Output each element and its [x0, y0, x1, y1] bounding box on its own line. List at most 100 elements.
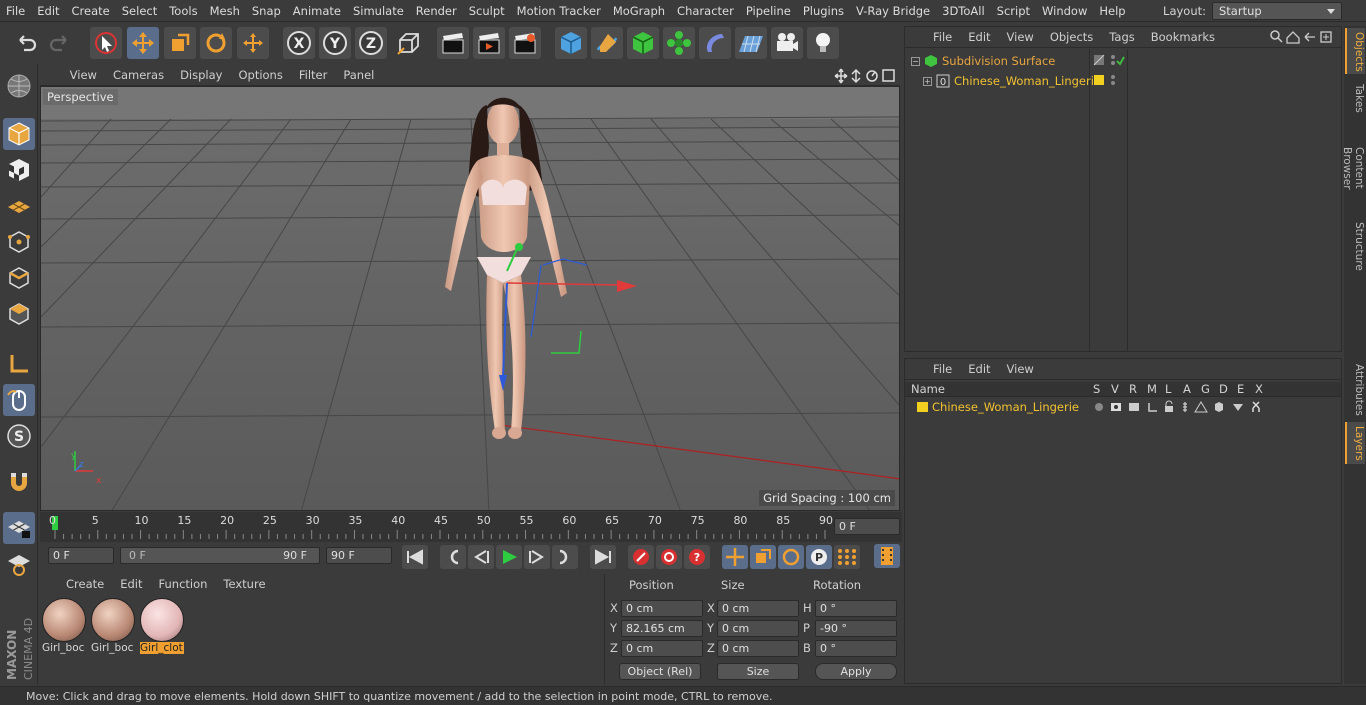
- material-menu-edit[interactable]: Edit: [112, 574, 150, 594]
- object-name[interactable]: Chinese_Woman_Lingerie: [954, 74, 1101, 88]
- menu-sculpt[interactable]: Sculpt: [463, 0, 511, 22]
- make-editable-button[interactable]: [3, 70, 35, 102]
- tab-objects[interactable]: Objects: [1345, 28, 1365, 74]
- live-selection-button[interactable]: [90, 27, 122, 59]
- undo-button[interactable]: [10, 27, 42, 59]
- col-xref[interactable]: X: [1255, 382, 1263, 397]
- objects-menu-edit[interactable]: Edit: [960, 27, 998, 47]
- size-x-field[interactable]: 0 cm: [717, 600, 799, 617]
- tab-structure[interactable]: Structure: [1345, 218, 1365, 271]
- render-view-button[interactable]: [437, 27, 469, 59]
- objects-menu-file[interactable]: File: [925, 27, 960, 47]
- light-button[interactable]: [807, 27, 839, 59]
- edges-mode-button[interactable]: [3, 262, 35, 294]
- menu-vray-bridge[interactable]: V-Ray Bridge: [850, 0, 936, 22]
- record-point-level-button[interactable]: [834, 545, 860, 569]
- play-button[interactable]: [496, 545, 522, 569]
- menu-animate[interactable]: Animate: [287, 0, 347, 22]
- render-picture-viewer-button[interactable]: [473, 27, 505, 59]
- coordinate-system-button[interactable]: [393, 27, 425, 59]
- scale-tool-button[interactable]: [164, 27, 196, 59]
- previous-frame-button[interactable]: [468, 545, 494, 569]
- y-axis-lock-button[interactable]: Y: [319, 27, 351, 59]
- model-mode-button[interactable]: [3, 118, 35, 150]
- start-frame-field[interactable]: 0 F: [48, 547, 114, 564]
- solo-button[interactable]: S: [3, 420, 35, 452]
- size-mode-dropdown[interactable]: Size: [717, 663, 799, 680]
- col-visible[interactable]: V: [1111, 382, 1119, 397]
- workplane-lock-button[interactable]: [3, 512, 35, 544]
- layout-select[interactable]: Startup: [1212, 2, 1342, 20]
- menu-3dtoall[interactable]: 3DToAll: [936, 0, 991, 22]
- menu-simulate[interactable]: Simulate: [347, 0, 410, 22]
- viewport-menu-view[interactable]: View: [62, 65, 105, 86]
- col-solo[interactable]: S: [1093, 382, 1100, 397]
- cloner-button[interactable]: [663, 27, 695, 59]
- tweak-mode-button[interactable]: [3, 384, 35, 416]
- material-item[interactable]: Girl_boc: [42, 598, 86, 656]
- col-locked[interactable]: L: [1165, 382, 1171, 397]
- end-frame-field[interactable]: 90 F: [326, 547, 392, 564]
- objects-menu-bookmarks[interactable]: Bookmarks: [1143, 27, 1223, 47]
- menu-plugins[interactable]: Plugins: [797, 0, 850, 22]
- current-frame-field[interactable]: 0 F: [834, 518, 900, 535]
- enable-axis-button[interactable]: [3, 348, 35, 380]
- col-deformers[interactable]: D: [1219, 382, 1228, 397]
- menu-select[interactable]: Select: [116, 0, 163, 22]
- menu-file[interactable]: File: [0, 0, 31, 22]
- menu-mesh[interactable]: Mesh: [204, 0, 246, 22]
- layer-flag-icons[interactable]: [1093, 400, 1273, 414]
- go-to-start-button[interactable]: [402, 545, 428, 569]
- frame-range-slider[interactable]: 0 F 90 F: [120, 547, 320, 564]
- viewport-camera-label[interactable]: Perspective: [43, 89, 118, 105]
- menu-motion-tracker[interactable]: Motion Tracker: [511, 0, 607, 22]
- texture-mode-button[interactable]: [3, 154, 35, 186]
- next-frame-button[interactable]: [524, 545, 550, 569]
- object-row-subdivision[interactable]: − Subdivision Surface: [911, 53, 1055, 69]
- deformer-button[interactable]: [699, 27, 731, 59]
- menu-script[interactable]: Script: [991, 0, 1036, 22]
- rotation-h-field[interactable]: 0 °: [815, 600, 897, 617]
- points-mode-button[interactable]: [3, 226, 35, 258]
- object-row-chinese-woman[interactable]: + 0 Chinese_Woman_Lingerie: [923, 73, 1101, 89]
- position-x-field[interactable]: 0 cm: [621, 600, 703, 617]
- menu-render[interactable]: Render: [410, 0, 463, 22]
- layer-name[interactable]: Chinese_Woman_Lingerie: [932, 400, 1079, 414]
- transform-tool-button[interactable]: [237, 27, 269, 59]
- apply-button[interactable]: Apply: [815, 663, 897, 680]
- record-scale-button[interactable]: [750, 545, 776, 569]
- tab-attributes[interactable]: Attributes: [1345, 360, 1365, 418]
- previous-key-button[interactable]: [440, 545, 466, 569]
- material-item-selected[interactable]: Girl_clot: [140, 598, 184, 656]
- timeline-ruler[interactable]: 0 5 10 15 20 25 30 35 40 45 50 55 60 65 70 75 80 85 90 0 F: [40, 512, 902, 542]
- expand-toggle[interactable]: +: [923, 76, 932, 86]
- redo-button[interactable]: [44, 27, 76, 59]
- col-manager[interactable]: M: [1147, 382, 1157, 397]
- record-keys-button[interactable]: [628, 545, 654, 569]
- cube-primitive-button[interactable]: [555, 27, 587, 59]
- objects-menu-tags[interactable]: Tags: [1101, 27, 1142, 47]
- auto-key-button[interactable]: [656, 545, 682, 569]
- move-tool-button[interactable]: [127, 27, 159, 59]
- snapping-button[interactable]: [3, 466, 35, 498]
- workplane-mode-button[interactable]: [3, 190, 35, 222]
- layers-menu-file[interactable]: File: [925, 359, 960, 379]
- viewport-menu-options[interactable]: Options: [230, 65, 290, 86]
- camera-button[interactable]: [771, 27, 803, 59]
- keyframe-selection-button[interactable]: ?: [684, 545, 710, 569]
- object-visibility-flags[interactable]: [1093, 53, 1125, 91]
- x-axis-lock-button[interactable]: X: [283, 27, 315, 59]
- menu-snap[interactable]: Snap: [246, 0, 287, 22]
- next-key-button[interactable]: [552, 545, 578, 569]
- coord-mode-dropdown[interactable]: Object (Rel): [619, 663, 701, 680]
- rotate-tool-button[interactable]: [200, 27, 232, 59]
- subdivision-surface-button[interactable]: [627, 27, 659, 59]
- size-y-field[interactable]: 0 cm: [717, 620, 799, 637]
- record-parameter-button[interactable]: P: [806, 545, 832, 569]
- material-menu-function[interactable]: Function: [151, 574, 216, 594]
- timeline-window-button[interactable]: [874, 544, 900, 568]
- viewport-menu-filter[interactable]: Filter: [291, 65, 335, 86]
- z-axis-lock-button[interactable]: Z: [355, 27, 387, 59]
- viewport-menu-cameras[interactable]: Cameras: [105, 65, 172, 86]
- viewport-menu-display[interactable]: Display: [172, 65, 230, 86]
